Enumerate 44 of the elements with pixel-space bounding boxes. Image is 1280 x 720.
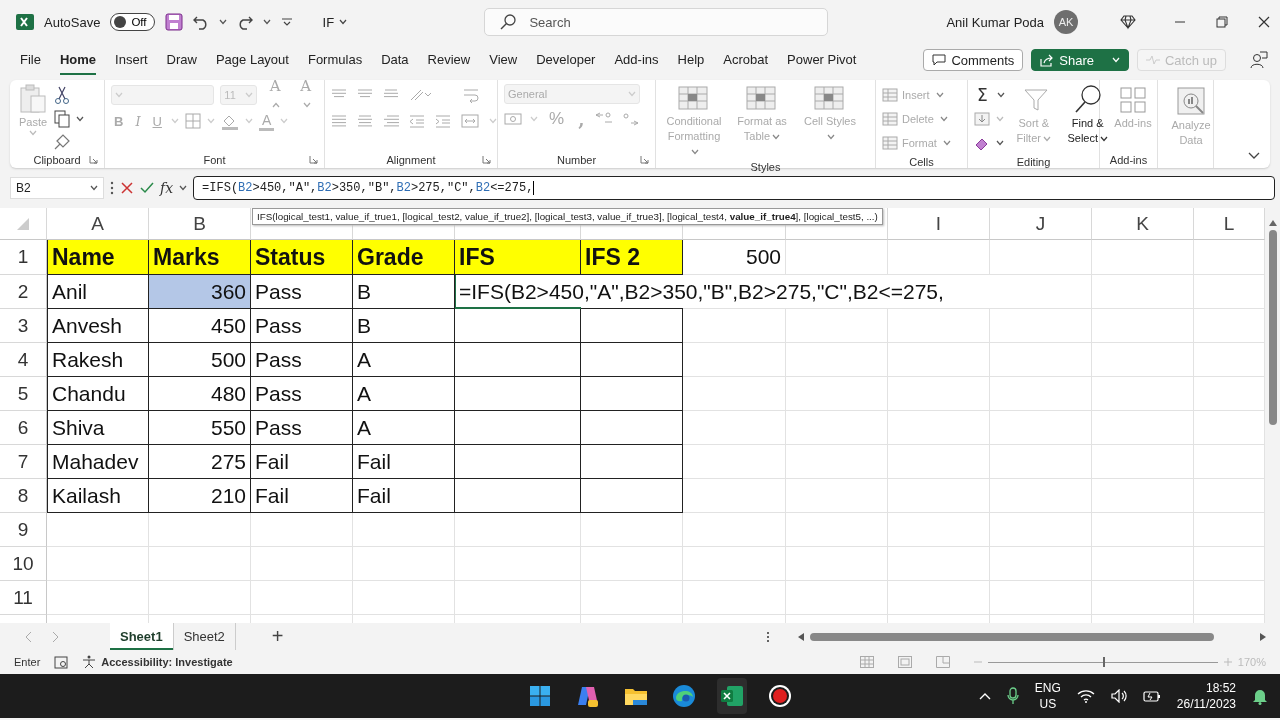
table-cell: 500 [149,343,251,377]
group-label: Add-ins [1109,154,1148,166]
group-label: Alignment [386,154,436,166]
table-cell: 360 [149,275,251,309]
table-cell: 210 [149,479,251,513]
group-label: Cells [909,156,934,168]
table-cell: A [353,411,455,445]
table-cell: Status [251,240,353,275]
table-cell: Shiva [47,411,149,445]
table-cell: Grade [353,240,455,275]
table-cell: IFS 2 [581,240,683,275]
table-cell: Pass [251,275,353,309]
table-cell: B [353,309,455,343]
table-cell: Anvesh [47,309,149,343]
table-cell: Pass [251,411,353,445]
group-label: Font [203,154,226,166]
group-label: Styles [750,161,781,173]
table-cell: Fail [353,445,455,479]
table-cell: Pass [251,309,353,343]
table-cell: 550 [149,411,251,445]
table-cell: Fail [353,479,455,513]
table-cell: Pass [251,343,353,377]
table-cell: Chandu [47,377,149,411]
table-cell: Mahadev [47,445,149,479]
group-label: Clipboard [33,154,81,166]
table-cell: Marks [149,240,251,275]
table-cell: IFS [455,240,581,275]
group-label: Editing [1016,156,1051,168]
table-cell: Name [47,240,149,275]
table-cell: 480 [149,377,251,411]
function-tooltip: IFS(logical_test1, value_if_true1, [logical_test2, value_if_true2], [logical_test3, value_if_true3], [logical_test4, value_if_true4], [logical_test5, ...) [252,208,883,225]
user-name: Anil Kumar Poda [946,14,1044,30]
table-cell: Fail [251,479,353,513]
table-cell: Rakesh [47,343,149,377]
table-cell: Fail [251,445,353,479]
table-cell: 450 [149,309,251,343]
table-cell: Pass [251,377,353,411]
autosave-label: AutoSave [44,14,101,30]
mode-indicator: Enter [14,656,41,668]
table-cell: A [353,343,455,377]
table-cell: 275 [149,445,251,479]
table-cell: A [353,377,455,411]
group-label: Number [556,154,597,166]
table-cell: Kailash [47,479,149,513]
